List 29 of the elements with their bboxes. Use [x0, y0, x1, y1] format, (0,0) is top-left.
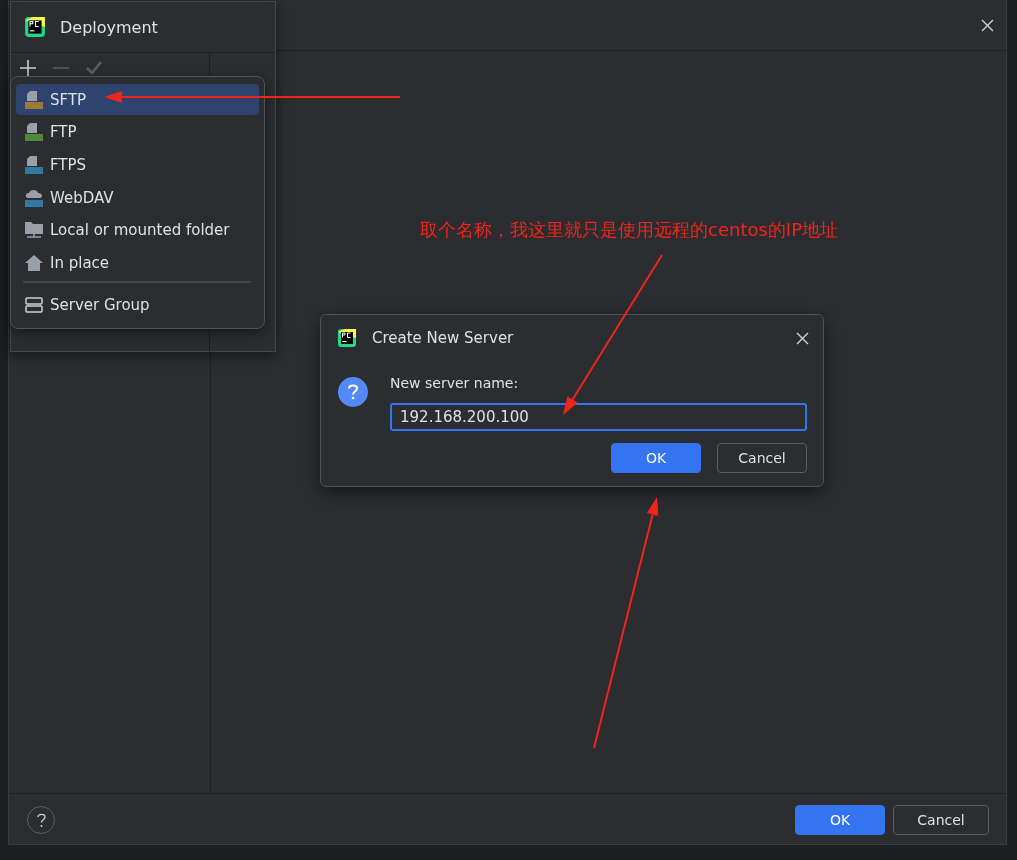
home-icon	[24, 252, 44, 273]
server-name-field[interactable]: 192.168.200.100	[390, 403, 807, 431]
close-icon[interactable]	[981, 18, 994, 32]
add-icon[interactable]	[18, 58, 38, 78]
menu-item[interactable]: Server Group	[16, 289, 259, 321]
menu-item[interactable]: SFTP	[16, 84, 259, 115]
cancel-button[interactable]: Cancel	[893, 805, 989, 835]
server-icon	[24, 294, 44, 315]
close-icon[interactable]	[796, 331, 809, 345]
annotation-text: 取个名称，我这里就只是使用远程的centos的IP地址	[420, 218, 838, 242]
ok-button[interactable]: OK	[795, 805, 885, 835]
app-logo-icon	[337, 328, 357, 348]
window-title: Deployment	[60, 17, 158, 37]
file-icon	[24, 89, 44, 110]
file-icon	[24, 154, 44, 175]
cancel-button[interactable]: Cancel	[717, 443, 807, 473]
menu-item[interactable]: In place	[16, 247, 259, 279]
ok-button[interactable]: OK	[611, 443, 701, 473]
menu-item[interactable]: Local or mounted folder	[16, 214, 259, 246]
cloud-icon	[24, 187, 44, 208]
app-logo-icon	[24, 16, 46, 38]
dialog-title: Create New Server	[372, 329, 515, 347]
menu-item[interactable]: FTP	[16, 116, 259, 148]
folder-icon	[24, 220, 44, 241]
file-icon	[24, 122, 44, 143]
question-icon	[346, 384, 360, 400]
menu-item[interactable]: FTPS	[16, 149, 259, 181]
field-label: New server name:	[390, 375, 520, 393]
menu-item[interactable]: WebDAV	[16, 182, 259, 214]
